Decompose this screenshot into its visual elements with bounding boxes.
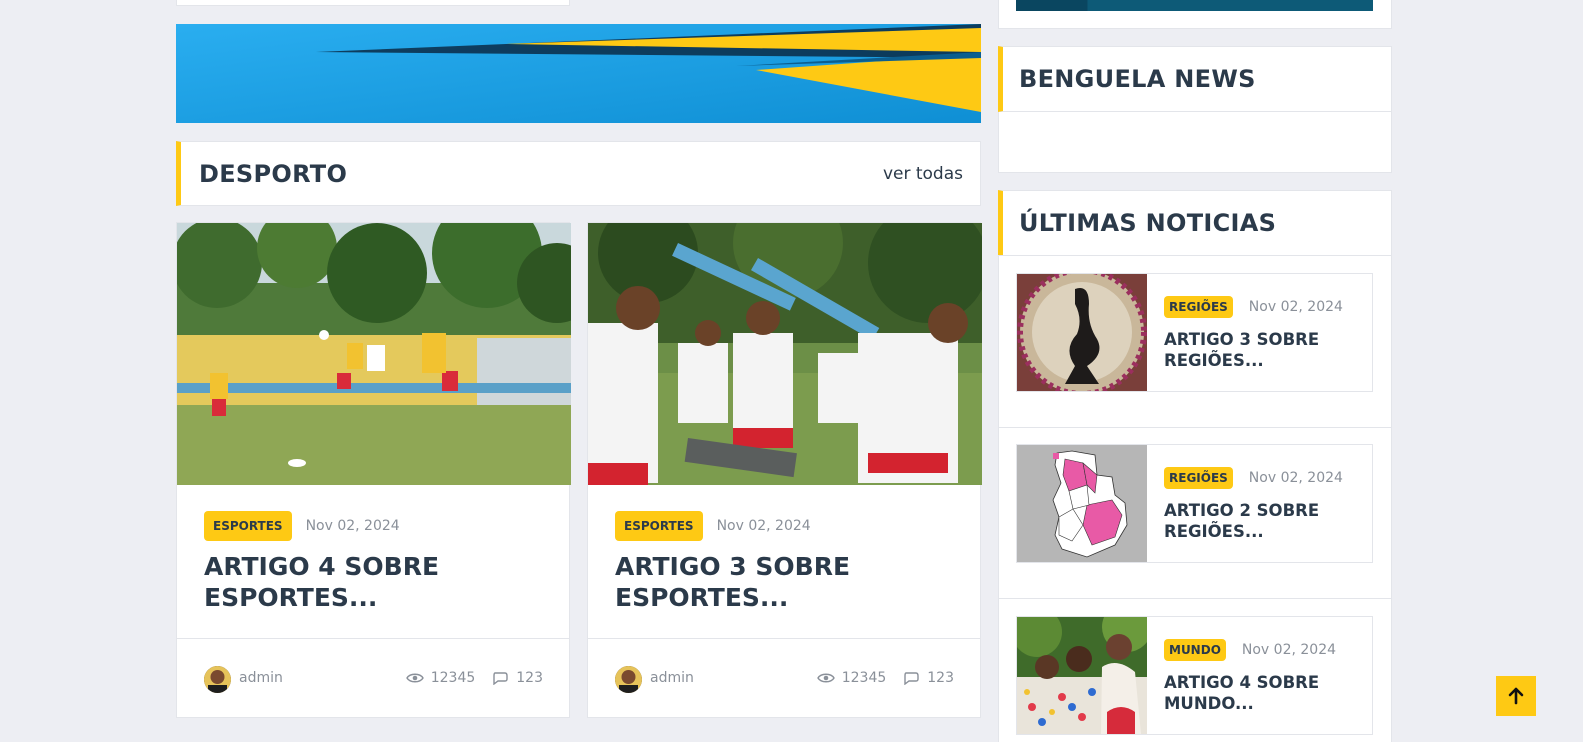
arrow-up-icon — [1508, 687, 1524, 705]
author-avatar — [204, 666, 231, 693]
article-date: Nov 02, 2024 — [716, 518, 811, 534]
item-title[interactable]: ARTIGO 3 SOBRE REGIÕES... — [1164, 329, 1364, 371]
comment-icon — [493, 672, 508, 685]
article-meta: ESPORTES Nov 02, 2024 — [615, 511, 811, 541]
article-footer: admin 12345 123 — [177, 638, 569, 718]
comment-icon — [904, 672, 919, 685]
author-name[interactable]: admin — [650, 670, 694, 686]
latest-news-item[interactable]: MUNDO Nov 02, 2024 ARTIGO 4 SOBRE MUNDO.… — [1016, 616, 1373, 735]
article-date: Nov 02, 2024 — [305, 518, 400, 534]
category-badge[interactable]: REGIÕES — [1164, 296, 1233, 318]
item-date: Nov 02, 2024 — [1248, 299, 1343, 315]
section-title: DESPORTO — [199, 160, 348, 188]
article-meta: ESPORTES Nov 02, 2024 — [204, 511, 400, 541]
latest-news-item[interactable]: REGIÕES Nov 02, 2024 ARTIGO 3 SOBRE REGI… — [1016, 273, 1373, 392]
item-meta: MUNDO Nov 02, 2024 — [1164, 639, 1336, 661]
item-meta: REGIÕES Nov 02, 2024 — [1164, 296, 1343, 318]
latest-news-header: ÚLTIMAS NOTICIAS — [998, 190, 1392, 256]
divider — [999, 427, 1391, 428]
previous-widget-image — [1016, 0, 1373, 11]
item-meta: REGIÕES Nov 02, 2024 — [1164, 467, 1343, 489]
view-all-link[interactable]: ver todas — [883, 164, 963, 184]
item-date: Nov 02, 2024 — [1241, 642, 1337, 658]
article-footer: admin 12345 123 — [588, 638, 980, 718]
thumbnail-map[interactable] — [1017, 445, 1147, 562]
article-card[interactable]: ESPORTES Nov 02, 2024 ARTIGO 4 SOBRE ESP… — [176, 222, 571, 718]
advertisement-banner[interactable] — [176, 24, 981, 123]
item-title[interactable]: ARTIGO 4 SOBRE MUNDO... — [1164, 672, 1364, 714]
thumbnail-crowd[interactable] — [1017, 617, 1147, 734]
widget-title: ÚLTIMAS NOTICIAS — [1019, 209, 1277, 237]
eye-icon — [405, 673, 424, 683]
divider — [999, 598, 1391, 599]
comments-count: 123 — [516, 670, 543, 686]
item-date: Nov 02, 2024 — [1248, 470, 1343, 486]
previous-card-bottom — [176, 0, 570, 6]
article-title[interactable]: ARTIGO 4 SOBRE ESPORTES... — [204, 551, 544, 613]
article-stats: 12345 123 — [816, 670, 954, 686]
category-badge[interactable]: ESPORTES — [204, 511, 292, 541]
author-avatar — [615, 666, 642, 693]
article-image-football-match[interactable] — [177, 223, 571, 485]
widget-title: BENGUELA NEWS — [1019, 65, 1256, 93]
benguela-news-body — [998, 112, 1392, 173]
item-title[interactable]: ARTIGO 2 SOBRE REGIÕES... — [1164, 500, 1364, 542]
article-stats: 12345 123 — [405, 670, 543, 686]
banner-graphic — [176, 24, 981, 123]
latest-news-list: REGIÕES Nov 02, 2024 ARTIGO 3 SOBRE REGI… — [998, 255, 1392, 742]
category-badge[interactable]: ESPORTES — [615, 511, 703, 541]
article-title[interactable]: ARTIGO 3 SOBRE ESPORTES... — [615, 551, 955, 613]
desporto-section-header: DESPORTO ver todas — [176, 141, 981, 206]
latest-news-item[interactable]: REGIÕES Nov 02, 2024 ARTIGO 2 SOBRE REGI… — [1016, 444, 1373, 563]
views-count: 12345 — [841, 670, 887, 686]
benguela-news-header: BENGUELA NEWS — [998, 46, 1392, 112]
category-badge[interactable]: REGIÕES — [1164, 467, 1233, 489]
category-badge[interactable]: MUNDO — [1164, 639, 1226, 661]
thumbnail-sculpture[interactable] — [1017, 274, 1147, 391]
author-name[interactable]: admin — [239, 670, 283, 686]
back-to-top-button[interactable] — [1496, 676, 1536, 716]
comments-count: 123 — [927, 670, 954, 686]
views-count: 12345 — [430, 670, 476, 686]
article-card[interactable]: ESPORTES Nov 02, 2024 ARTIGO 3 SOBRE ESP… — [587, 222, 982, 718]
article-image-stretching[interactable] — [588, 223, 982, 485]
eye-icon — [816, 673, 835, 683]
